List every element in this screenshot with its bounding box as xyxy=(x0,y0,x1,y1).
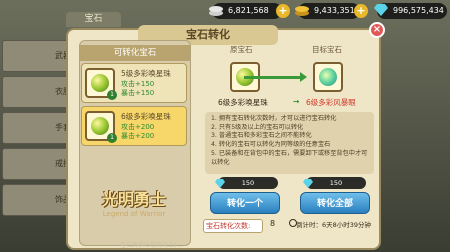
diamond-resource: 996,575,434 xyxy=(374,3,447,19)
gem-icon: 1 xyxy=(85,111,117,143)
convert-one-button[interactable]: 转化一个 xyxy=(210,192,280,214)
gem-tab[interactable]: 宝石 xyxy=(66,12,121,27)
convert-count-value: 8 xyxy=(270,219,276,228)
cost-once: 150 xyxy=(215,177,278,189)
rules-box: 1. 拥有宝石转化次数时，才可以进行宝石转化 2. 只有5级及以上的宝石可以转化… xyxy=(205,112,374,174)
game-logo: 光明勇士 Legend of Warrior xyxy=(101,190,166,218)
gold-coin-icon xyxy=(295,6,309,16)
add-gold-button[interactable]: + xyxy=(354,4,368,18)
source-gem-name: 6级多彩唤星珠 xyxy=(218,98,268,107)
convert-all-button[interactable]: 转化全部 xyxy=(300,192,370,214)
diamond-icon xyxy=(303,179,313,188)
arrow-head-icon xyxy=(300,72,307,82)
countdown-timer: 倒计时：6天8小时39分钟 xyxy=(296,221,372,229)
target-gem-slot[interactable] xyxy=(313,62,343,92)
diamond-icon xyxy=(374,4,388,16)
target-gem-name: 6级多彩风暴眼 xyxy=(306,98,356,107)
silver-coin-icon xyxy=(209,6,223,16)
gold-resource: 9,433,351 + xyxy=(295,3,368,19)
close-button[interactable]: × xyxy=(369,22,385,38)
silver-resource: 6,821,568 + xyxy=(209,3,290,19)
target-gem-label: 目标宝石 xyxy=(312,45,342,54)
source-gem-label: 原宝石 xyxy=(230,45,253,54)
background-bottom-text: 宝石转换(5级及以上)... xyxy=(120,242,183,249)
gem-icon: 1 xyxy=(85,68,117,100)
add-silver-button[interactable]: + xyxy=(276,4,290,18)
diamond-icon xyxy=(215,179,225,188)
cost-all: 150 xyxy=(303,177,366,189)
resource-bar: 6,821,568 + 9,433,351 + 996,575,434 xyxy=(200,1,450,21)
gem-card-2-selected[interactable]: 1 6级多彩唤星珠 攻击+200 暴击+200 xyxy=(81,106,187,146)
convert-arrow-text: → xyxy=(293,97,300,106)
convertible-gems-header: 可转化宝石 xyxy=(80,45,190,61)
convert-count-label: 宝石转化次数: xyxy=(206,222,251,230)
gem-card-1[interactable]: 1 5级多彩唤星珠 攻击+150 暴击+150 xyxy=(81,63,187,103)
convert-arrow xyxy=(244,76,304,79)
